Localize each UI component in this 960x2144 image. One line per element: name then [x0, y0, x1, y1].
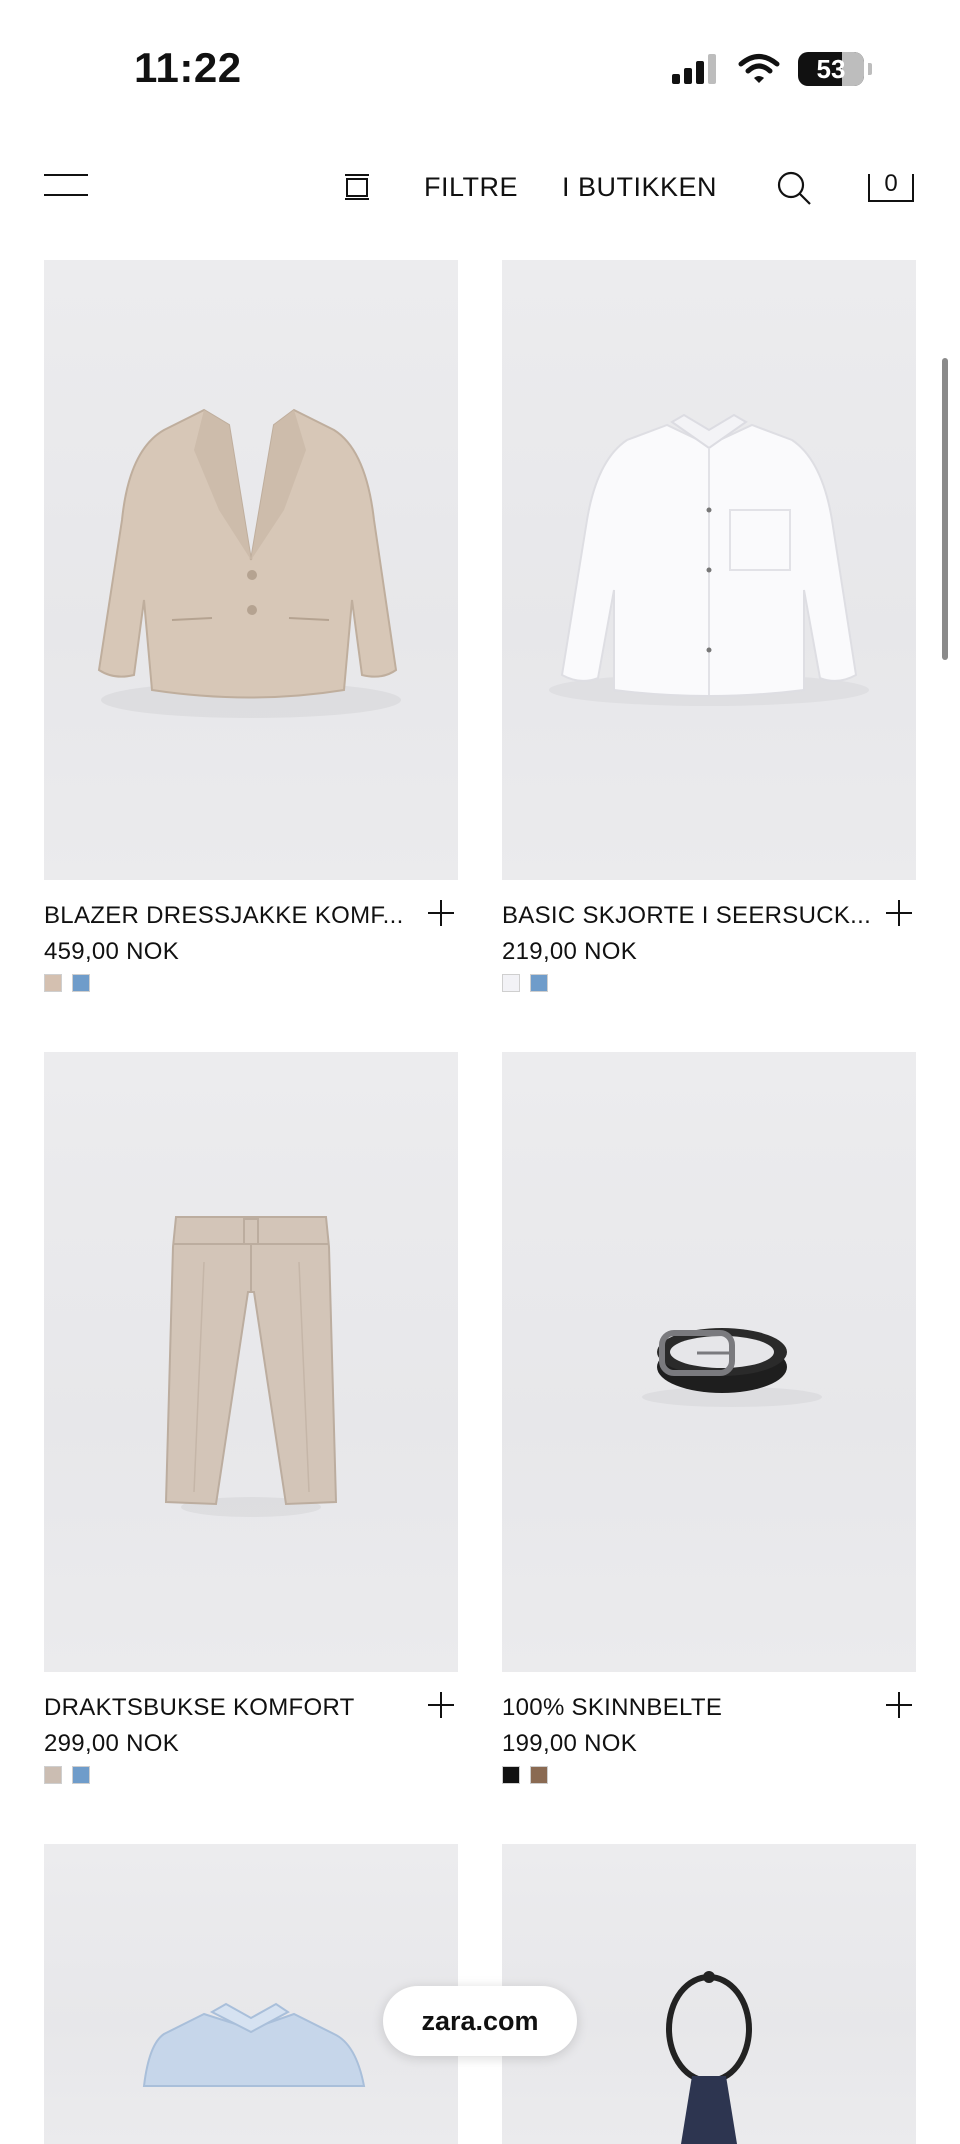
product-image-shirt[interactable] — [502, 260, 916, 880]
product-info: BASIC SKJORTE I SEERSUCK... 219,00 NOK — [502, 880, 916, 1000]
product-card: DRAKTSBUKSE KOMFORT 299,00 NOK — [44, 1052, 458, 1792]
color-swatches — [44, 974, 90, 992]
color-swatch[interactable] — [72, 1766, 90, 1784]
product-card: BASIC SKJORTE I SEERSUCK... 219,00 NOK — [502, 260, 916, 1000]
search-icon[interactable] — [776, 170, 812, 206]
cart-count: 0 — [884, 170, 898, 197]
color-swatch[interactable] — [530, 974, 548, 992]
product-card: 100% SKINNBELTE 199,00 NOK — [502, 1052, 916, 1792]
product-card: BLAZER DRESSJAKKE KOMF... 459,00 NOK — [44, 260, 458, 1000]
add-to-cart-icon[interactable] — [886, 900, 912, 926]
filters-button[interactable]: FILTRE — [424, 172, 518, 203]
color-swatches — [44, 1766, 90, 1784]
color-swatches — [502, 974, 548, 992]
product-name[interactable]: DRAKTSBUKSE KOMFORT — [44, 1694, 414, 1722]
scrollbar[interactable] — [942, 358, 948, 660]
menu-icon[interactable] — [44, 174, 88, 198]
battery-indicator: 53 — [798, 52, 864, 86]
color-swatch[interactable] — [530, 1766, 548, 1784]
color-swatch[interactable] — [502, 1766, 520, 1784]
product-name[interactable]: BASIC SKJORTE I SEERSUCK... — [502, 902, 872, 930]
product-name[interactable]: 100% SKINNBELTE — [502, 1694, 872, 1722]
address-bar[interactable]: zara.com — [383, 1986, 577, 2056]
status-bar: 11:22 53 — [0, 0, 960, 140]
product-info: 100% SKINNBELTE 199,00 NOK — [502, 1672, 916, 1792]
color-swatch[interactable] — [44, 974, 62, 992]
add-to-cart-icon[interactable] — [428, 900, 454, 926]
product-price: 459,00 NOK — [44, 938, 180, 965]
color-swatches — [502, 1766, 548, 1784]
battery-level: 53 — [816, 53, 846, 84]
status-time: 11:22 — [134, 44, 242, 91]
in-store-button[interactable]: I BUTIKKEN — [562, 172, 717, 203]
product-image-trousers[interactable] — [44, 1052, 458, 1672]
add-to-cart-icon[interactable] — [886, 1692, 912, 1718]
cart-button[interactable]: 0 — [868, 168, 914, 204]
color-swatch[interactable] — [502, 974, 520, 992]
color-swatch[interactable] — [44, 1766, 62, 1784]
grid-view-icon[interactable] — [344, 173, 370, 201]
product-price: 299,00 NOK — [44, 1730, 180, 1757]
product-image-blazer[interactable] — [44, 260, 458, 880]
product-image-belt[interactable] — [502, 1052, 916, 1672]
status-icons: 53 — [672, 52, 872, 86]
color-swatch[interactable] — [72, 974, 90, 992]
signal-icon — [672, 54, 716, 84]
product-name[interactable]: BLAZER DRESSJAKKE KOMF... — [44, 902, 414, 930]
wifi-icon — [738, 54, 780, 83]
battery-tip — [868, 63, 872, 75]
product-info: BLAZER DRESSJAKKE KOMF... 459,00 NOK — [44, 880, 458, 1000]
product-price: 199,00 NOK — [502, 1730, 638, 1757]
add-to-cart-icon[interactable] — [428, 1692, 454, 1718]
product-price: 219,00 NOK — [502, 938, 638, 965]
top-navigation: FILTRE I BUTIKKEN 0 — [0, 150, 960, 230]
product-info: DRAKTSBUKSE KOMFORT 299,00 NOK — [44, 1672, 458, 1792]
